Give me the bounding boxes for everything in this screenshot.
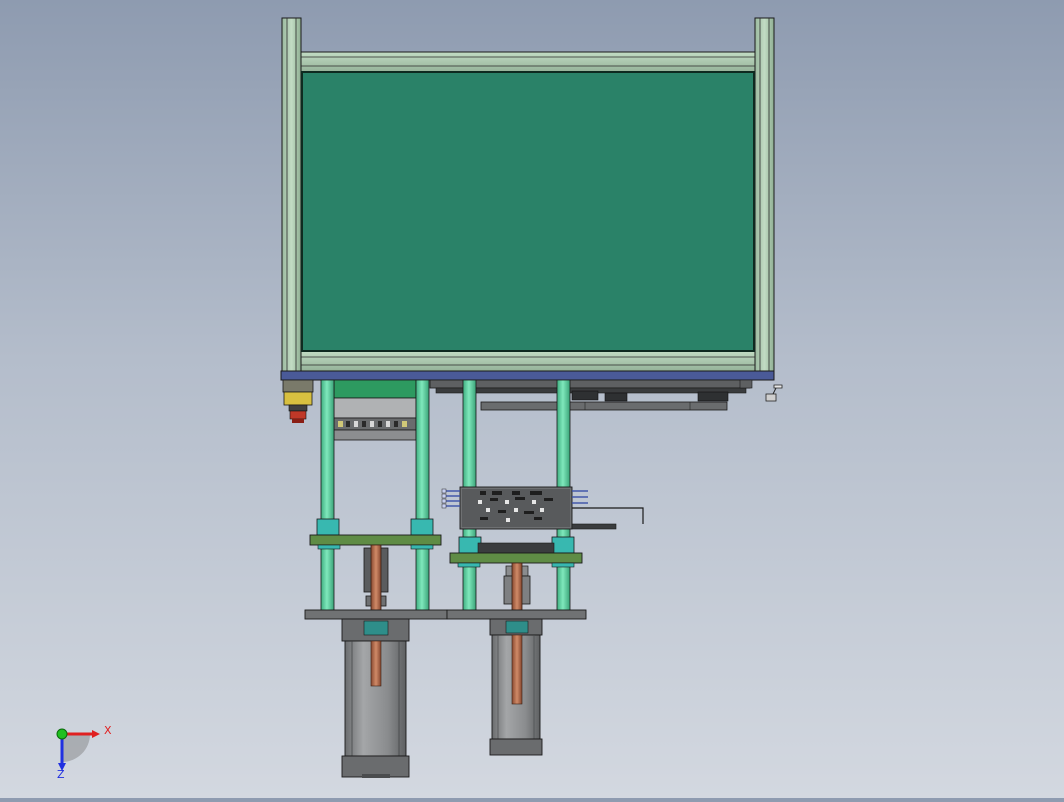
moving-plate bbox=[309, 534, 442, 546]
top-frame bbox=[281, 17, 775, 375]
side-bracket bbox=[571, 507, 644, 530]
right-frame-post bbox=[754, 17, 775, 375]
cad-graphics-viewport[interactable]: X Z bbox=[0, 0, 1064, 798]
y-axis-dot bbox=[56, 728, 68, 740]
under-frame-block bbox=[333, 379, 417, 441]
bushing bbox=[410, 518, 434, 536]
moving-plate bbox=[449, 552, 583, 564]
right-lift-unit bbox=[441, 379, 644, 756]
x-axis-label: X bbox=[104, 724, 112, 737]
guide-rod bbox=[415, 379, 430, 613]
bushing bbox=[551, 536, 575, 554]
linear-module-rail bbox=[429, 379, 751, 411]
base-plate bbox=[446, 609, 587, 620]
coordinate-triad: X Z bbox=[56, 724, 112, 781]
valve-manifold bbox=[441, 486, 588, 530]
left-sensor bbox=[282, 379, 314, 423]
base-plate bbox=[304, 609, 448, 620]
assembly-drawing: X Z bbox=[56, 17, 783, 781]
bushing bbox=[316, 518, 340, 536]
bottom-frame-rail bbox=[300, 350, 756, 372]
green-panel bbox=[301, 71, 755, 352]
guide-rod bbox=[320, 379, 335, 613]
base-rail bbox=[280, 370, 775, 381]
top-frame-rail bbox=[300, 51, 756, 73]
left-frame-post bbox=[281, 17, 302, 375]
z-axis-label: Z bbox=[57, 768, 65, 781]
